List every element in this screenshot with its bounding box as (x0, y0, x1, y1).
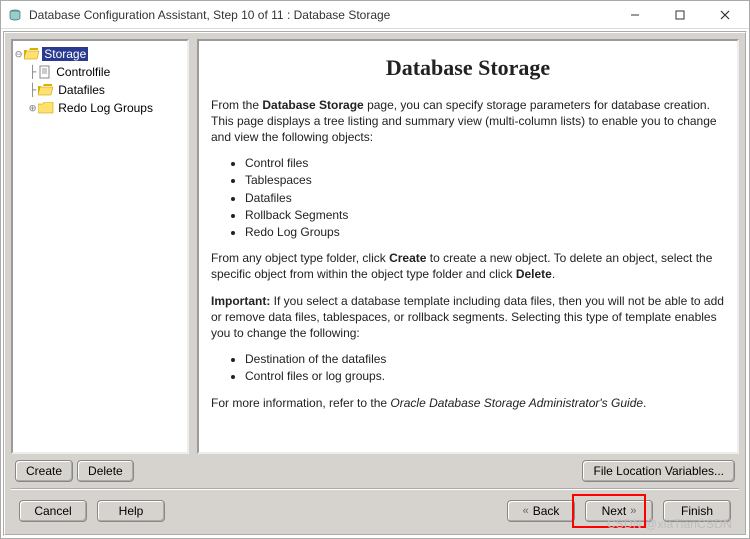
list-item: Rollback Segments (245, 207, 725, 223)
objects-list: Control files Tablespaces Datafiles Roll… (211, 155, 725, 240)
content-area: ⊖ Storage ├ Controlfile ├ Datafiles ⊕ (3, 31, 747, 536)
folder-open-icon (38, 84, 54, 96)
tree-label: Redo Log Groups (56, 101, 155, 115)
page-heading: Database Storage (211, 53, 725, 83)
maximize-button[interactable] (657, 2, 702, 28)
chevron-right-icon: » (630, 505, 636, 517)
help-button[interactable]: Help (97, 500, 165, 522)
intro-paragraph: From the Database Storage page, you can … (211, 97, 725, 146)
folder-closed-icon (38, 102, 54, 114)
description-pane: Database Storage From the Database Stora… (197, 39, 739, 454)
document-icon (38, 65, 52, 79)
tree-item-controlfile[interactable]: ├ Controlfile (15, 63, 185, 81)
list-item: Control files (245, 155, 725, 171)
list-item: Redo Log Groups (245, 224, 725, 240)
back-button[interactable]: « Back (507, 500, 575, 522)
reference-paragraph: For more information, refer to the Oracl… (211, 395, 725, 411)
minimize-button[interactable] (612, 2, 657, 28)
file-location-variables-button[interactable]: File Location Variables... (582, 460, 735, 482)
chevron-left-icon: « (523, 505, 529, 517)
create-delete-paragraph: From any object type folder, click Creat… (211, 250, 725, 282)
tree-item-redolog[interactable]: ⊕ Redo Log Groups (15, 99, 185, 117)
next-button[interactable]: Next » (585, 500, 653, 522)
important-paragraph: Important: If you select a database temp… (211, 293, 725, 342)
tree-label: Datafiles (56, 83, 107, 97)
window: Database Configuration Assistant, Step 1… (0, 0, 750, 539)
create-button[interactable]: Create (15, 460, 73, 482)
finish-button[interactable]: Finish (663, 500, 731, 522)
delete-button[interactable]: Delete (77, 460, 134, 482)
cancel-button[interactable]: Cancel (19, 500, 87, 522)
close-button[interactable] (702, 2, 747, 28)
list-item: Control files or log groups. (245, 368, 725, 384)
folder-open-icon (24, 48, 40, 60)
app-icon (7, 7, 23, 23)
list-item: Destination of the datafiles (245, 351, 725, 367)
tree-label: Storage (42, 47, 88, 61)
tree-item-storage[interactable]: ⊖ Storage (15, 45, 185, 63)
tree-item-datafiles[interactable]: ├ Datafiles (15, 81, 185, 99)
window-controls (612, 2, 747, 28)
list-item: Tablespaces (245, 172, 725, 188)
next-label: Next (602, 504, 627, 518)
window-title: Database Configuration Assistant, Step 1… (29, 8, 612, 22)
tree-label: Controlfile (54, 65, 112, 79)
storage-tree[interactable]: ⊖ Storage ├ Controlfile ├ Datafiles ⊕ (11, 39, 189, 454)
back-label: Back (533, 504, 560, 518)
template-list: Destination of the datafiles Control fil… (211, 351, 725, 384)
titlebar: Database Configuration Assistant, Step 1… (1, 1, 749, 29)
list-item: Datafiles (245, 190, 725, 206)
